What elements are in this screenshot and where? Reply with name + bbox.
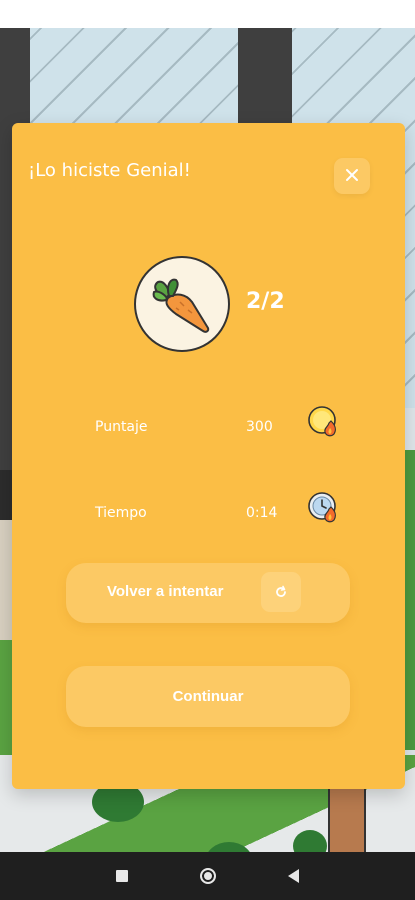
score-value: 300 <box>246 419 273 435</box>
retry-button[interactable]: Volver a intentar <box>66 563 350 623</box>
recent-apps-button[interactable] <box>114 868 130 884</box>
score-count: 2/2 <box>246 289 285 314</box>
modal-title: ¡Lo hiciste Genial! <box>28 160 191 181</box>
close-button[interactable] <box>334 158 370 194</box>
refresh-icon <box>261 572 301 612</box>
retry-button-label: Volver a intentar <box>107 583 224 600</box>
coin-fire-icon <box>307 405 341 439</box>
back-icon <box>288 869 299 883</box>
recent-apps-icon <box>115 870 128 882</box>
time-label: Tiempo <box>95 505 147 521</box>
carrot-icon <box>136 278 228 350</box>
background-beam <box>238 28 292 128</box>
back-button[interactable] <box>286 868 302 884</box>
background-tree-trunk <box>328 780 366 855</box>
clock-fire-icon <box>307 491 341 525</box>
continue-button[interactable]: Continuar <box>66 666 350 727</box>
time-value: 0:14 <box>246 505 278 521</box>
result-modal: ¡Lo hiciste Genial! 2/2 Puntaje 300 Tiem… <box>12 123 405 789</box>
avatar <box>134 256 230 352</box>
status-bar <box>0 0 415 28</box>
home-button[interactable] <box>199 868 216 884</box>
continue-button-label: Continuar <box>172 688 244 705</box>
home-icon <box>199 868 216 884</box>
close-icon <box>345 167 359 186</box>
system-nav-bar <box>0 852 415 900</box>
background-wall <box>0 520 12 640</box>
score-label: Puntaje <box>95 419 148 435</box>
